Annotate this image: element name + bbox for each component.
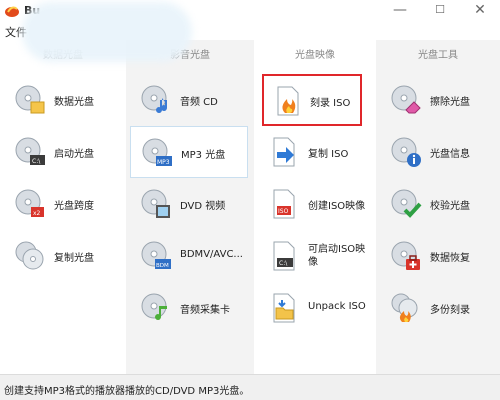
copy-iso-item[interactable]: 复制 ISO: [258, 130, 372, 174]
verify-disc-icon: [391, 189, 422, 218]
blurred-region: [22, 2, 192, 62]
item-label: 光盘信息: [430, 149, 470, 160]
dvd-video-item[interactable]: DVD 视频: [130, 182, 248, 226]
item-label: 多份刻录: [430, 305, 470, 316]
column-disc-image: 光盘映像 刻录 ISO 复制 ISO ISO 创建ISO映像 C:\ 可启动IS…: [254, 40, 376, 374]
data-disc-item[interactable]: 数据光盘: [4, 78, 122, 122]
item-label: 光盘跨度: [54, 201, 94, 212]
item-label: BDMV/AVC...: [180, 249, 243, 260]
minimize-button[interactable]: —: [380, 0, 420, 22]
column-header: 光盘工具: [418, 50, 458, 61]
svg-text:BDM: BDM: [156, 263, 169, 269]
status-bar: 创建支持MP3格式的播放器播放的CD/DVD MP3光盘。: [0, 374, 500, 400]
svg-text:C:\: C:\: [279, 260, 288, 267]
boot-disc-item[interactable]: C:\ 启动光盘: [4, 130, 122, 174]
data-disc-icon: [15, 85, 45, 114]
bdmv-item[interactable]: BDM BDMV/AVC...: [130, 234, 248, 278]
svg-text:x2: x2: [33, 210, 41, 217]
bootable-iso-item[interactable]: C:\ 可启动ISO映像: [258, 234, 372, 278]
app-logo-icon: [5, 6, 19, 17]
burn-iso-item[interactable]: 刻录 ISO: [262, 74, 362, 126]
item-label: 音频 CD: [180, 97, 218, 108]
disc-info-icon: [391, 137, 421, 167]
boot-disc-icon: C:\: [15, 137, 45, 165]
multi-burn-item[interactable]: 多份刻录: [380, 286, 496, 330]
audio-capture-icon: [141, 293, 167, 321]
item-label: 音频采集卡: [180, 305, 230, 316]
copy-disc-icon: [15, 241, 44, 270]
column-disc-tools: 光盘工具 擦除光盘 光盘信息 校验光盘 数据恢复 多份刻录: [376, 40, 500, 374]
column-media-disc: 影音光盘 音频 CD MP3 MP3 光盘 DVD 视频 BDM BDMV/AV…: [126, 40, 254, 374]
item-label: 数据恢复: [430, 253, 470, 264]
data-recovery-item[interactable]: 数据恢复: [380, 234, 496, 278]
span-disc-item[interactable]: x2 光盘跨度: [4, 182, 122, 226]
bdmv-disc-icon: BDM: [141, 241, 171, 269]
create-iso-icon: ISO: [273, 189, 295, 219]
verify-disc-item[interactable]: 校验光盘: [380, 182, 496, 226]
span-disc-icon: x2: [15, 189, 44, 217]
column-header: 光盘映像: [295, 50, 335, 61]
item-label: 可启动ISO映像: [308, 244, 366, 268]
multi-burn-icon: [391, 293, 418, 322]
create-iso-item[interactable]: ISO 创建ISO映像: [258, 182, 372, 226]
mp3-disc-icon: MP3: [142, 138, 172, 166]
data-recovery-icon: [391, 241, 420, 270]
item-label: 启动光盘: [54, 149, 94, 160]
status-text: 创建支持MP3格式的播放器播放的CD/DVD MP3光盘。: [4, 386, 250, 397]
unpack-iso-icon: [273, 293, 295, 323]
audio-capture-item[interactable]: 音频采集卡: [130, 286, 248, 330]
bootable-iso-icon: C:\: [273, 241, 295, 271]
svg-text:C:\: C:\: [32, 158, 41, 165]
dvd-video-icon: [141, 189, 170, 218]
item-label: 创建ISO映像: [308, 201, 366, 212]
item-label: 刻录 ISO: [310, 98, 351, 109]
svg-text:ISO: ISO: [278, 208, 289, 215]
copy-disc-item[interactable]: 复制光盘: [4, 234, 122, 278]
burn-iso-icon: [277, 86, 299, 116]
item-label: 复制光盘: [54, 253, 94, 264]
mp3-disc-item[interactable]: MP3 MP3 光盘: [130, 126, 248, 178]
erase-disc-icon: [391, 85, 421, 114]
item-label: 擦除光盘: [430, 97, 470, 108]
copy-iso-icon: [273, 137, 295, 167]
svg-text:MP3: MP3: [157, 159, 170, 166]
item-label: 复制 ISO: [308, 149, 349, 160]
maximize-button[interactable]: ☐: [420, 0, 460, 22]
audio-cd-icon: [141, 85, 168, 114]
item-label: MP3 光盘: [181, 150, 226, 161]
item-label: 数据光盘: [54, 97, 94, 108]
column-data-disc: 数据光盘 数据光盘 C:\ 启动光盘 x2 光盘跨度: [0, 40, 126, 374]
item-label: DVD 视频: [180, 201, 226, 212]
audio-cd-item[interactable]: 音频 CD: [130, 78, 248, 122]
close-button[interactable]: ✕: [460, 0, 500, 22]
unpack-iso-item[interactable]: Unpack ISO: [258, 286, 372, 330]
erase-disc-item[interactable]: 擦除光盘: [380, 78, 496, 122]
disc-info-item[interactable]: 光盘信息: [380, 130, 496, 174]
item-label: Unpack ISO: [308, 301, 366, 312]
item-label: 校验光盘: [430, 201, 470, 212]
